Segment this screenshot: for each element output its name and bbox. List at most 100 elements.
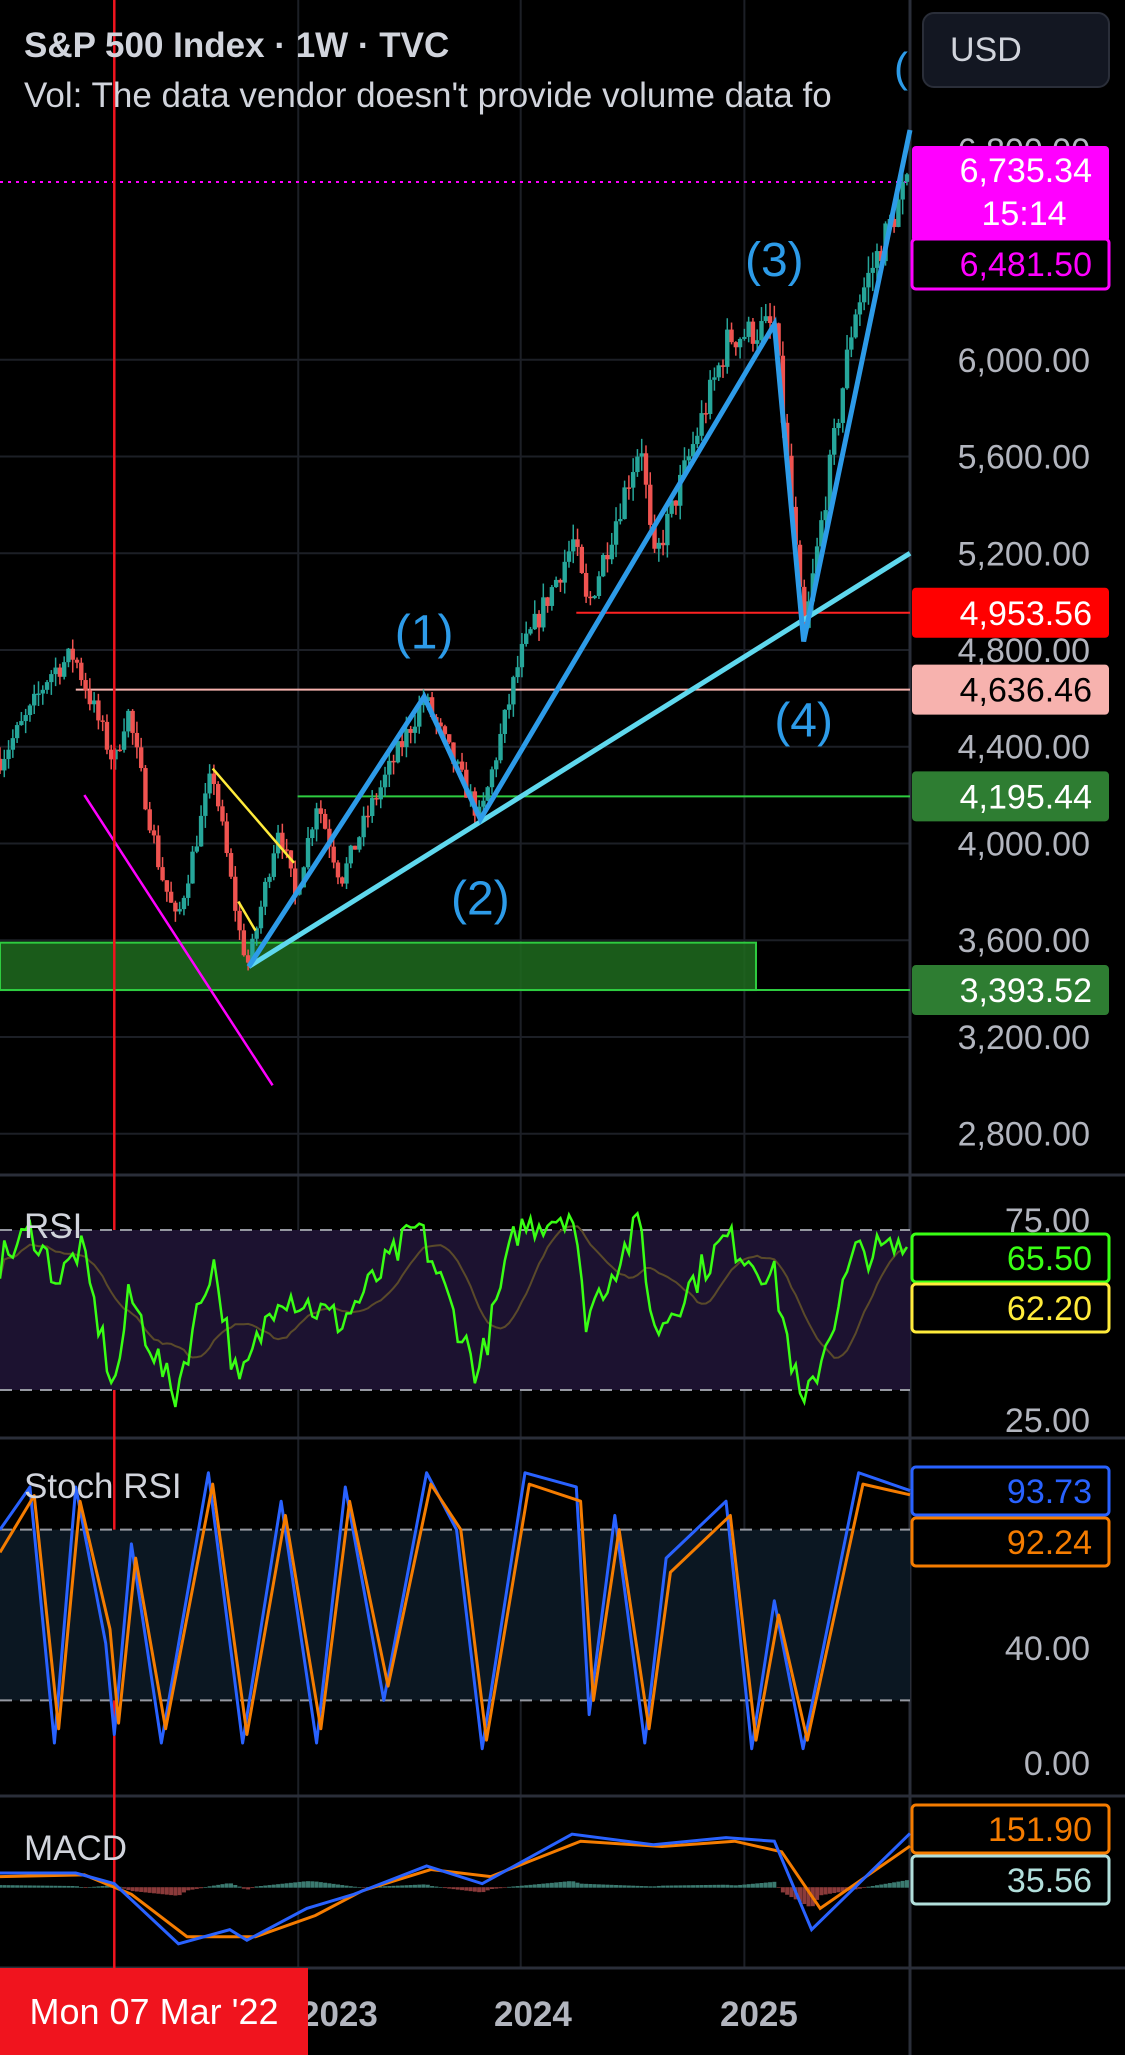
stoch-k-label: 93.73 [910, 1465, 1111, 1517]
macd-hist-bar [768, 1882, 773, 1888]
macd-hist-bar [237, 1886, 242, 1888]
candle-body [404, 729, 409, 748]
candle-body [729, 329, 734, 343]
candle-body [481, 800, 486, 807]
candle-body [446, 734, 452, 743]
chart-canvas[interactable]: (1)(2)(3)(4)6,000.005,600.005,200.004,80… [0, 0, 1125, 2055]
macd-hist-bar [100, 1886, 105, 1888]
candle-body [126, 710, 131, 732]
macd-hist-bar [229, 1883, 234, 1888]
macd-hist-bar [896, 1881, 901, 1888]
macd-hist-bar [879, 1884, 884, 1888]
macd-hist-bar [147, 1887, 152, 1893]
y-tick-label: 3,600.00 [958, 922, 1090, 960]
macd-hist-bar [199, 1887, 204, 1889]
macd-hist-bar [823, 1887, 828, 1895]
macd-title: MACD [24, 1829, 127, 1868]
currency-button[interactable]: USD [922, 12, 1110, 88]
rsi-sma-label-text: 62.20 [1007, 1290, 1092, 1328]
macd-hist-bar [549, 1882, 554, 1888]
candle-body [104, 721, 110, 750]
macd-hist-bar [738, 1884, 743, 1888]
macd-hist-bar [36, 1885, 41, 1888]
y-tick-label: 2,800.00 [958, 1116, 1090, 1154]
candle-body [459, 761, 465, 770]
macd-hist-bar [571, 1881, 576, 1888]
candle-body [639, 453, 644, 457]
candle-body [844, 349, 850, 389]
candle-body [665, 513, 670, 546]
candle-body [348, 845, 353, 864]
candle-body [53, 667, 58, 675]
macd-hist-bar [143, 1887, 148, 1893]
macd-hist-bar [263, 1885, 268, 1888]
rsi-title: RSI [24, 1207, 82, 1246]
candle-body [849, 337, 854, 350]
candle-body [699, 413, 704, 436]
macd-hist-bar [447, 1887, 452, 1889]
macd-hist-bar [344, 1885, 349, 1888]
macd-hist-bar [870, 1885, 875, 1888]
macd-hist-bar [537, 1884, 542, 1888]
candle-body [588, 596, 593, 599]
candle-body [164, 880, 170, 892]
candle-body [70, 648, 75, 660]
candle-body [874, 251, 880, 268]
macd-hist-bar [181, 1887, 186, 1893]
wave-label: (2) [451, 872, 510, 925]
macd-hist-bar [190, 1887, 195, 1890]
stoch-d-label: 92.24 [910, 1516, 1111, 1568]
candle-body [318, 808, 324, 814]
candle-body [305, 838, 311, 868]
candle-body [215, 784, 221, 807]
y-tick-label: 4,400.00 [958, 729, 1090, 767]
candle-body [562, 561, 567, 583]
macd-hist-bar [412, 1884, 417, 1888]
candle-body [49, 674, 54, 683]
macd-hist-bar [596, 1884, 601, 1888]
macd-hist-bar [10, 1885, 15, 1888]
macd-hist-bar [246, 1887, 251, 1890]
macd-hist-bar [592, 1884, 597, 1888]
macd-hist-bar [62, 1885, 67, 1888]
candle-body [160, 867, 165, 881]
macd-hist-bar [857, 1887, 862, 1889]
candle-body [23, 715, 28, 722]
candle-body [523, 633, 529, 644]
candle-body [673, 500, 679, 506]
candle-body [750, 321, 756, 344]
candle-body [399, 741, 405, 748]
macd-hist-bar [383, 1886, 388, 1888]
candle-body [284, 849, 289, 851]
macd-hist-bar [310, 1881, 315, 1888]
macd-hist-bar [481, 1887, 486, 1893]
macd-hist-bar [819, 1887, 824, 1896]
macd-hist-bar [267, 1885, 272, 1888]
candle-body [703, 413, 709, 415]
macd-hist-bar [785, 1887, 790, 1895]
macd-hist-bar [404, 1885, 409, 1888]
macd-hist-bar [507, 1886, 512, 1888]
candle-body [545, 597, 550, 606]
macd-hist-bar [643, 1886, 648, 1888]
candle-body [609, 544, 614, 560]
macd-hist-bar [678, 1885, 683, 1888]
macd-hist-bar [489, 1887, 494, 1889]
candle-body [168, 891, 174, 903]
macd-hist-bar [703, 1884, 708, 1888]
macd-hist-bar [254, 1886, 259, 1888]
candle-body [857, 302, 863, 315]
macd-hist-bar [579, 1883, 584, 1888]
macd-value-label-text: 151.90 [988, 1811, 1092, 1849]
macd-hist-bar [494, 1887, 499, 1889]
macd-hist-bar [614, 1885, 619, 1888]
macd-hist-bar [241, 1887, 246, 1889]
macd-hist-bar [883, 1883, 888, 1888]
macd-hist-bar [53, 1885, 58, 1888]
price-label: 4,636.46 [912, 664, 1109, 715]
candle-body [630, 472, 636, 488]
macd-hist-bar [755, 1883, 760, 1888]
candle-body [378, 787, 383, 800]
candle-body [344, 863, 349, 884]
macd-hist-bar [194, 1887, 199, 1889]
